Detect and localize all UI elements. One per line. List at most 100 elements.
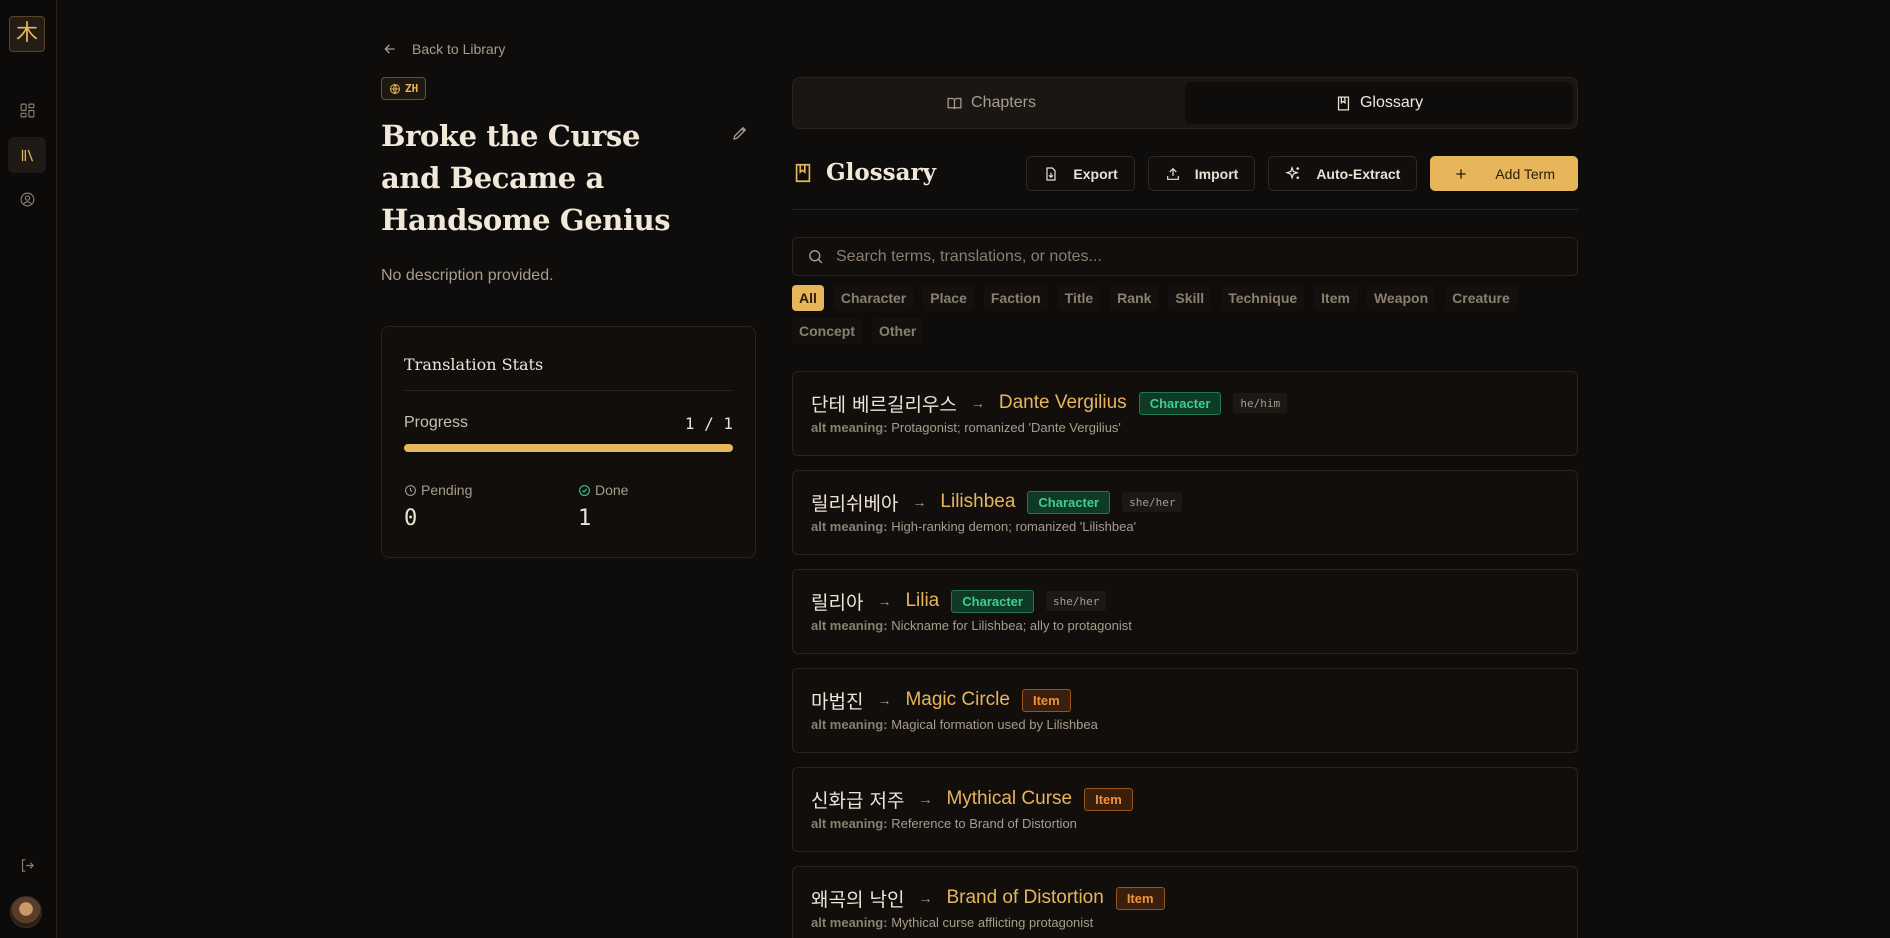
- progress-value: 1 / 1: [684, 414, 733, 433]
- filter-chip-weapon[interactable]: Weapon: [1366, 285, 1436, 311]
- entry-pronoun-badge: she/her: [1122, 492, 1183, 512]
- translation-stats-card: Translation Stats Progress 1 / 1 Pending…: [381, 326, 756, 558]
- clock-icon: [405, 484, 416, 496]
- globe-icon: [390, 83, 400, 94]
- tab-chapters[interactable]: Chapters: [797, 82, 1185, 124]
- filter-chip-skill[interactable]: Skill: [1168, 285, 1212, 311]
- logout-button[interactable]: [8, 847, 46, 883]
- progress-label: Progress: [404, 414, 469, 431]
- stats-divider: [404, 390, 733, 391]
- back-link-label: Back to Library: [412, 41, 506, 57]
- import-button[interactable]: Import: [1147, 156, 1256, 191]
- filter-chip-character[interactable]: Character: [833, 285, 914, 311]
- glossary-entry[interactable]: 마법진 → Magic Circle Item alt meaning: Magical…: [792, 668, 1578, 753]
- filter-chip-place[interactable]: Place: [923, 285, 974, 311]
- stats-title: Translation Stats: [404, 355, 544, 374]
- progress-fill: [404, 444, 733, 452]
- edit-book-button[interactable]: [731, 124, 751, 144]
- export-label: Export: [1073, 165, 1118, 182]
- entry-note-text: Magical formation used by Lilishbea: [891, 717, 1098, 732]
- dashboard-nav-button[interactable]: [8, 92, 46, 128]
- entry-target-term: Brand of Distortion: [946, 887, 1104, 908]
- add-term-button[interactable]: Add Term: [1430, 156, 1578, 191]
- pending-value: 0: [404, 506, 418, 531]
- glossary-entry[interactable]: 릴리쉬베아 → Lilishbea Character she/her alt meani…: [792, 470, 1578, 555]
- arrow-right-icon: →: [877, 593, 892, 609]
- glossary-entry[interactable]: 단테 베르길리우스 → Dante Vergilius Character he/him…: [792, 371, 1578, 456]
- glossary-header: Glossary Export Import Auto-Extract Add …: [792, 156, 1578, 210]
- glossary-book-icon: [795, 163, 811, 182]
- entry-note: alt meaning: High-ranking demon; romaniz…: [811, 519, 1559, 534]
- entry-note-text: Reference to Brand of Distortion: [891, 816, 1077, 831]
- entry-note-label: alt meaning:: [811, 420, 888, 435]
- glossary-entry[interactable]: 릴리아 → Lilia Character she/her alt meaning: Ni…: [792, 569, 1578, 654]
- back-to-library-link[interactable]: Back to Library: [382, 41, 505, 57]
- filter-chip-other[interactable]: Other: [872, 318, 924, 344]
- entry-target-term: Lilia: [905, 590, 940, 611]
- arrow-right-icon: →: [877, 692, 892, 708]
- entry-source-term: 신화급 저주: [811, 789, 905, 812]
- arrow-right-icon: →: [912, 494, 927, 510]
- entry-pronoun-badge: she/her: [1045, 591, 1107, 611]
- entry-note: alt meaning: Mythical curse afflicting p…: [811, 915, 1559, 930]
- entry-note: alt meaning: Magical formation used by L…: [811, 717, 1559, 732]
- library-nav-button[interactable]: [8, 137, 46, 173]
- sparkles-icon: [1285, 165, 1300, 180]
- entry-source-term: 단테 베르길리우스: [811, 393, 957, 416]
- filter-chip-technique[interactable]: Technique: [1221, 285, 1305, 311]
- arrow-right-icon: →: [970, 395, 985, 411]
- profile-nav-button[interactable]: [8, 181, 46, 217]
- entry-source-term: 마법진: [811, 690, 864, 713]
- search-input[interactable]: [836, 247, 1577, 266]
- entry-type-badge: Character: [951, 589, 1034, 613]
- export-button[interactable]: Export: [1026, 156, 1135, 191]
- entry-type-badge: Item: [1021, 688, 1071, 712]
- glossary-search: [792, 237, 1578, 276]
- glossary-entry[interactable]: 신화급 저주 → Mythical Curse Item alt meaning: Re…: [792, 767, 1578, 852]
- entry-note-label: alt meaning:: [811, 816, 888, 831]
- entry-pronoun-badge: he/him: [1233, 393, 1288, 413]
- type-filters: All Character Place Faction Title Rank Skill Te…: [792, 285, 1578, 344]
- entry-note-label: alt meaning:: [811, 618, 888, 633]
- entry-note-label: alt meaning:: [811, 915, 888, 930]
- pending-stat: Pending 0: [404, 482, 472, 531]
- sidebar: 木: [0, 0, 57, 938]
- filter-chip-faction[interactable]: Faction: [983, 285, 1048, 311]
- library-icon: [21, 149, 33, 161]
- tab-chapters-label: Chapters: [971, 94, 1036, 111]
- done-label: Done: [595, 482, 629, 498]
- filter-chip-concept[interactable]: Concept: [792, 318, 862, 344]
- upload-icon: [1166, 167, 1179, 180]
- filter-chip-title[interactable]: Title: [1057, 285, 1101, 311]
- entry-target-term: Dante Vergilius: [998, 392, 1127, 413]
- user-avatar[interactable]: [10, 896, 42, 928]
- entry-note-text: Protagonist; romanized 'Dante Vergilius': [891, 420, 1121, 435]
- bookmark-book-icon: [1337, 95, 1350, 111]
- language-badge: ZH: [381, 77, 427, 100]
- entry-note-text: Nickname for Lilishbea; ally to protagon…: [891, 618, 1132, 633]
- glossary-title: Glossary: [792, 159, 936, 186]
- entry-source-term: 릴리쉬베아: [811, 492, 899, 515]
- glossary-entry[interactable]: 왜곡의 낙인 → Brand of Distortion Item alt meanin…: [792, 866, 1578, 938]
- filter-chip-creature[interactable]: Creature: [1445, 285, 1517, 311]
- entry-type-badge: Item: [1084, 787, 1133, 811]
- filter-chip-all[interactable]: All: [792, 285, 824, 311]
- book-title: Broke the Curse and Became a Handsome Ge…: [381, 119, 671, 237]
- pencil-icon: [733, 126, 747, 140]
- book-description: No description provided.: [381, 267, 554, 284]
- filter-chip-rank[interactable]: Rank: [1110, 285, 1159, 311]
- entry-source-term: 왜곡의 낙인: [811, 888, 905, 911]
- tab-glossary[interactable]: Glossary: [1185, 82, 1573, 124]
- logout-icon: [21, 858, 34, 872]
- entry-target-term: Magic Circle: [905, 689, 1010, 710]
- app-logo[interactable]: 木: [9, 16, 45, 52]
- filter-chip-item[interactable]: Item: [1314, 285, 1357, 311]
- glossary-title-text: Glossary: [826, 159, 937, 186]
- entry-note: alt meaning: Reference to Brand of Disto…: [811, 816, 1559, 831]
- entry-note-text: Mythical curse afflicting protagonist: [891, 915, 1094, 930]
- plus-icon: [1456, 168, 1466, 179]
- grid-icon: [20, 103, 34, 117]
- auto-extract-button[interactable]: Auto-Extract: [1268, 156, 1418, 191]
- done-value: 1: [578, 506, 592, 531]
- pending-label: Pending: [421, 482, 473, 498]
